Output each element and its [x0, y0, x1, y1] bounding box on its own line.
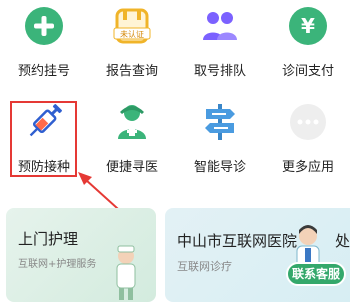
- card-subtitle: 互联网+护理服务: [18, 259, 97, 270]
- card-peek-text: 处: [335, 232, 350, 250]
- service-more-apps[interactable]: 更多应用: [264, 96, 350, 186]
- service-label: 报告查询: [105, 64, 158, 79]
- queue-people-icon: [203, 12, 237, 40]
- service-find-doctor[interactable]: 便捷寻医: [88, 96, 176, 186]
- service-label: 便捷寻医: [105, 160, 158, 175]
- service-report-query[interactable]: 未认证 报告查询: [88, 0, 176, 90]
- service-smart-guide[interactable]: 智能导诊: [176, 96, 264, 186]
- service-appointment[interactable]: 预约挂号: [0, 0, 88, 90]
- customer-service-button[interactable]: 联系客服: [286, 262, 346, 286]
- report-icon: 未认证: [113, 8, 151, 44]
- yuan-circle-icon: ¥: [289, 7, 327, 45]
- plus-circle-icon: [25, 7, 63, 45]
- service-label: 更多应用: [281, 160, 334, 175]
- doctor-icon: [118, 105, 146, 139]
- unverified-badge: 未认证: [120, 29, 144, 39]
- service-label: 智能导诊: [193, 160, 246, 175]
- feature-cards: 上门护理 互联网+护理服务 中山市互联网医院 互联网诊疗 处: [0, 200, 350, 302]
- more-icon: [290, 104, 326, 140]
- card-title: 中山市互联网医院: [177, 232, 298, 250]
- service-label: 取号排队: [193, 64, 246, 79]
- svg-text:¥: ¥: [301, 14, 315, 38]
- home-nursing-card[interactable]: 上门护理 互联网+护理服务: [6, 208, 156, 302]
- service-label: 诊间支付: [281, 64, 334, 79]
- internet-hospital-card[interactable]: 中山市互联网医院 互联网诊疗 处: [165, 208, 350, 302]
- nurse-illustration: [116, 245, 136, 300]
- card-title: 上门护理: [18, 230, 79, 248]
- card-subtitle: 互联网诊疗: [177, 260, 232, 273]
- signpost-icon: [205, 104, 235, 140]
- service-queue-number[interactable]: 取号排队: [176, 0, 264, 90]
- highlight-box: [10, 101, 77, 177]
- service-label: 预约挂号: [17, 64, 70, 79]
- service-clinic-payment[interactable]: ¥ 诊间支付: [264, 0, 350, 90]
